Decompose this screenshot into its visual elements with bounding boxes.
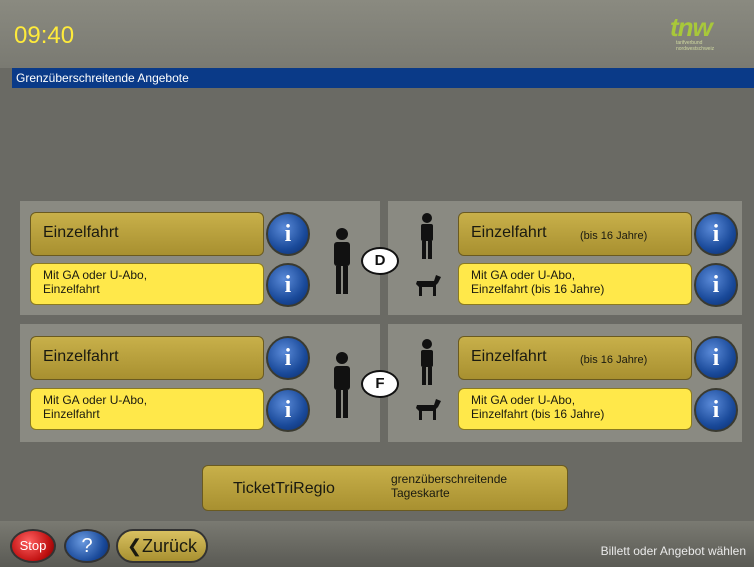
adult-person-icon	[334, 228, 350, 294]
dog-icon	[416, 399, 441, 420]
button-label-line2: Einzelfahrt (bis 16 Jahre)	[471, 282, 605, 296]
ticket-triregio-button[interactable]: TicketTriRegio grenzüberschreitende Tages…	[202, 465, 568, 511]
title-bar: Grenzüberschreitende Angebote	[12, 68, 754, 88]
country-badge-d: D	[361, 247, 399, 275]
button-label: Mit GA oder U-Abo, Einzelfahrt (bis 16 Ja…	[471, 268, 604, 296]
help-button[interactable]: ?	[64, 529, 110, 563]
button-label-line1: Mit GA oder U-Abo,	[43, 393, 148, 407]
button-label: Einzelfahrt	[43, 224, 119, 241]
info-icon[interactable]: i	[694, 212, 738, 256]
button-sublabel: (bis 16 Jahre)	[580, 354, 648, 366]
button-label-line1: Mit GA oder U-Abo,	[471, 268, 576, 282]
d-child-single-ticket-button[interactable]: Einzelfahrt (bis 16 Jahre)	[458, 212, 692, 256]
header-bar: 09:40 tnw tarifverbund nordwestschweiz	[0, 0, 754, 68]
info-icon[interactable]: i	[694, 263, 738, 307]
back-arrow-icon: ❮	[126, 536, 143, 556]
button-label: Mit GA oder U-Abo, Einzelfahrt	[43, 393, 147, 421]
button-description: grenzüberschreitende Tageskarte	[391, 472, 507, 500]
adult-person-icon	[334, 352, 350, 418]
back-button[interactable]: ❮Zurück	[116, 529, 208, 563]
button-label: Mit GA oder U-Abo, Einzelfahrt (bis 16 Ja…	[471, 393, 604, 421]
stop-icon: Stop	[19, 538, 47, 553]
button-description-line1: grenzüberschreitende	[391, 472, 508, 486]
button-label-line2: Einzelfahrt	[43, 282, 100, 296]
help-icon: ?	[81, 535, 93, 557]
button-label: Einzelfahrt	[471, 224, 547, 241]
button-label-line2: Einzelfahrt (bis 16 Jahre)	[471, 407, 605, 421]
button-sublabel: (bis 16 Jahre)	[580, 230, 648, 242]
stop-button[interactable]: Stop	[10, 529, 56, 563]
f-adult-single-ticket-button[interactable]: Einzelfahrt	[30, 336, 264, 380]
child-person-icon	[421, 339, 433, 385]
dog-icon	[416, 275, 441, 296]
info-icon[interactable]: i	[694, 336, 738, 380]
button-label: Einzelfahrt	[43, 348, 119, 365]
tnw-logo: tnw tarifverbund nordwestschweiz	[670, 12, 734, 58]
f-child-single-ticket-button[interactable]: Einzelfahrt (bis 16 Jahre)	[458, 336, 692, 380]
f-adult-ga-single-ticket-button[interactable]: Mit GA oder U-Abo, Einzelfahrt	[30, 388, 264, 430]
button-label-line2: Einzelfahrt	[43, 407, 100, 421]
d-adult-ga-single-ticket-button[interactable]: Mit GA oder U-Abo, Einzelfahrt	[30, 263, 264, 305]
page-title: Grenzüberschreitende Angebote	[16, 71, 189, 85]
info-icon[interactable]: i	[266, 336, 310, 380]
status-text: Billett oder Angebot wählen	[600, 544, 746, 558]
button-description-line2: Tageskarte	[391, 486, 450, 500]
button-label: Einzelfahrt	[471, 348, 547, 365]
logo-subtext: tarifverbund nordwestschweiz	[676, 40, 715, 52]
f-child-ga-single-ticket-button[interactable]: Mit GA oder U-Abo, Einzelfahrt (bis 16 Ja…	[458, 388, 692, 430]
child-person-icon	[421, 213, 433, 259]
clock-time: 09:40	[14, 22, 75, 49]
info-icon[interactable]: i	[694, 388, 738, 432]
info-icon[interactable]: i	[266, 263, 310, 307]
back-label: Zurück	[142, 536, 198, 556]
button-label-line1: Mit GA oder U-Abo,	[43, 268, 148, 282]
button-label: TicketTriRegio	[233, 480, 335, 497]
info-icon[interactable]: i	[266, 388, 310, 432]
country-badge-f: F	[361, 370, 399, 398]
d-child-ga-single-ticket-button[interactable]: Mit GA oder U-Abo, Einzelfahrt (bis 16 Ja…	[458, 263, 692, 305]
button-label-line1: Mit GA oder U-Abo,	[471, 393, 576, 407]
info-icon[interactable]: i	[266, 212, 310, 256]
button-label: Mit GA oder U-Abo, Einzelfahrt	[43, 268, 147, 296]
d-adult-single-ticket-button[interactable]: Einzelfahrt	[30, 212, 264, 256]
logo-text: tnw	[670, 12, 713, 42]
